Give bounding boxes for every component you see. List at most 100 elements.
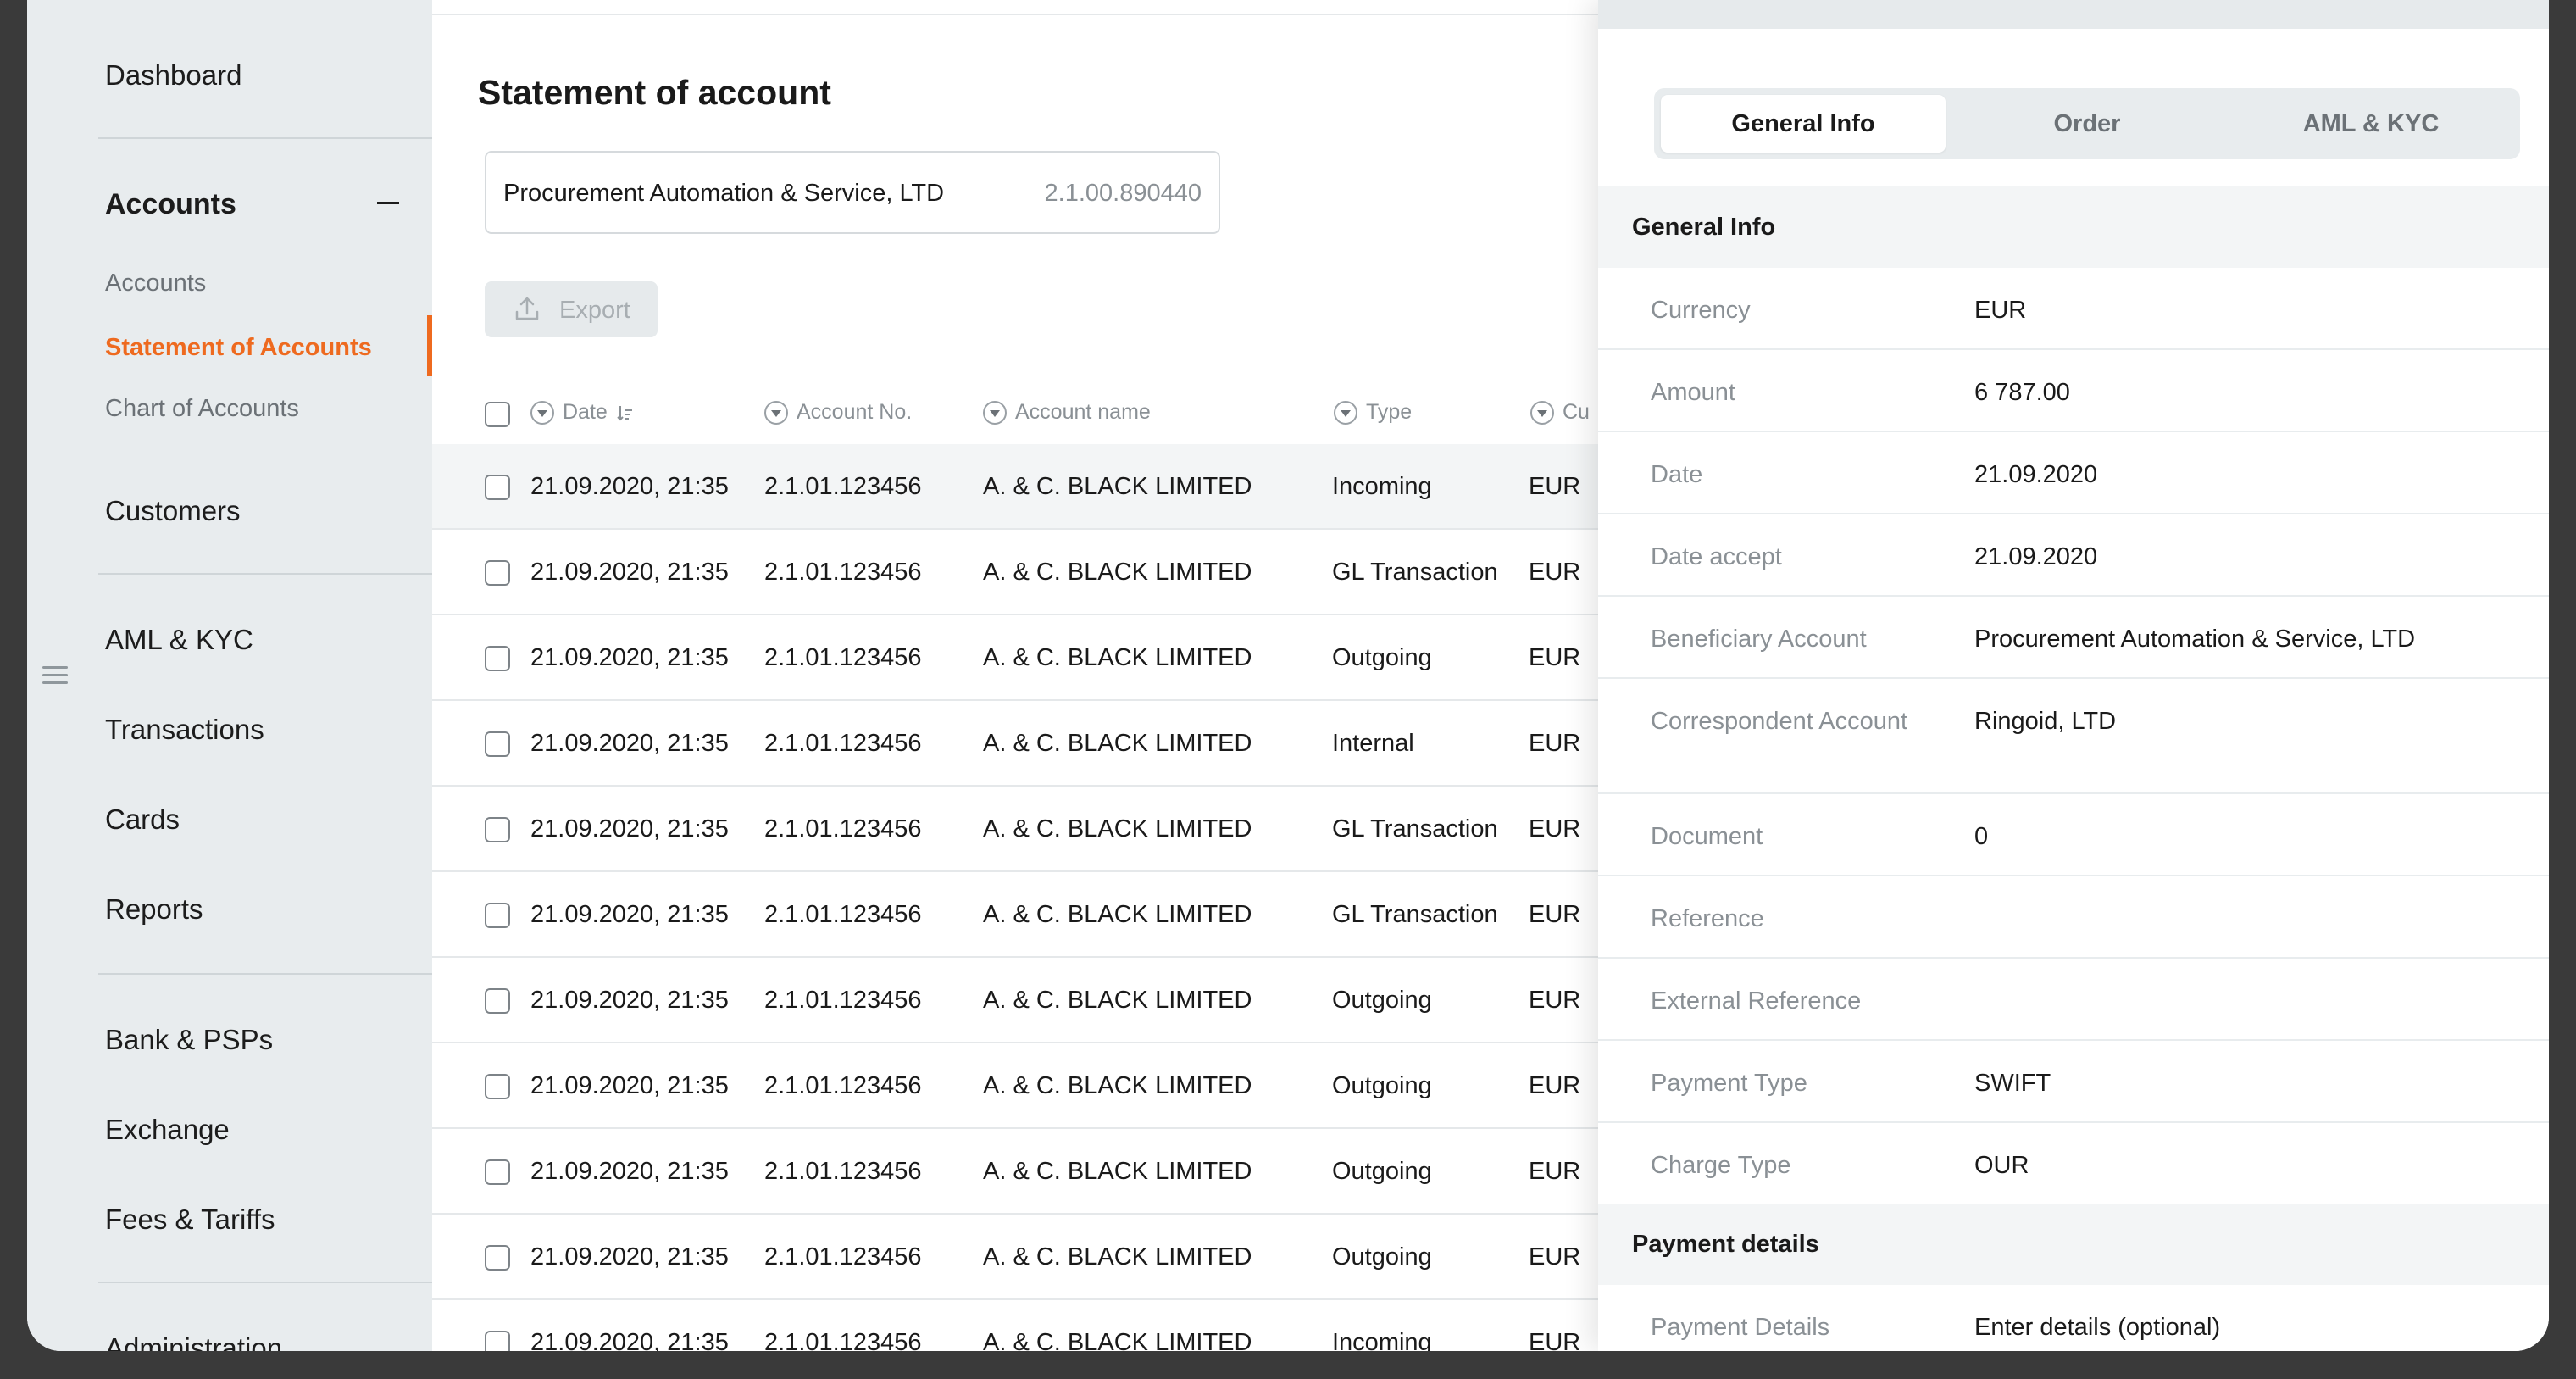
tab-order[interactable]: Order bbox=[1945, 95, 2229, 153]
cell-account-no: 2.1.01.123456 bbox=[764, 901, 922, 928]
row-checkbox[interactable] bbox=[485, 731, 510, 757]
export-button[interactable]: Export bbox=[485, 281, 658, 337]
table-row[interactable]: 21.09.2020, 21:35 2.1.01.123456 A. & C. BL… bbox=[432, 1300, 1598, 1351]
cell-currency: EUR bbox=[1529, 473, 1581, 500]
field-value: 6 787.00 bbox=[1974, 379, 2070, 406]
cell-date: 21.09.2020, 21:35 bbox=[530, 730, 729, 757]
table-row[interactable]: 21.09.2020, 21:35 2.1.01.123456 A. & C. BL… bbox=[432, 701, 1598, 787]
collapse-icon[interactable] bbox=[377, 202, 399, 204]
menu-icon[interactable] bbox=[42, 666, 68, 688]
cell-account-name: A. & C. BLACK LIMITED bbox=[983, 987, 1252, 1014]
sidebar-item-reports[interactable]: Reports bbox=[105, 893, 203, 926]
sidebar-item-exchange[interactable]: Exchange bbox=[105, 1114, 230, 1146]
account-name: Procurement Automation & Service, LTD bbox=[503, 180, 945, 207]
cell-account-name: A. & C. BLACK LIMITED bbox=[983, 1243, 1252, 1271]
sort-icon[interactable] bbox=[1530, 400, 1554, 425]
sidebar-subitem-chart[interactable]: Chart of Accounts bbox=[105, 395, 299, 423]
sort-ascending-icon[interactable] bbox=[616, 403, 635, 422]
row-checkbox[interactable] bbox=[485, 903, 510, 928]
row-checkbox[interactable] bbox=[485, 646, 510, 671]
sidebar-item-aml[interactable]: AML & KYC bbox=[105, 624, 253, 656]
app-window: Dashboard Accounts Accounts Statement of… bbox=[27, 0, 2549, 1351]
column-label: Date bbox=[563, 400, 608, 424]
account-select[interactable]: Procurement Automation & Service, LTD 2.… bbox=[485, 151, 1220, 234]
cell-date: 21.09.2020, 21:35 bbox=[530, 1243, 729, 1271]
sidebar-subitem-accounts[interactable]: Accounts bbox=[105, 270, 206, 297]
sidebar-item-customers[interactable]: Customers bbox=[105, 495, 241, 527]
table-row[interactable]: 21.09.2020, 21:35 2.1.01.123456 A. & C. BL… bbox=[432, 787, 1598, 872]
page-title: Statement of account bbox=[478, 73, 831, 112]
column-account-no[interactable]: Account No. bbox=[764, 400, 912, 425]
cell-currency: EUR bbox=[1529, 1072, 1581, 1099]
field-label: Date bbox=[1651, 461, 1703, 488]
cell-currency: EUR bbox=[1529, 987, 1581, 1014]
row-checkbox[interactable] bbox=[485, 1074, 510, 1099]
sort-icon[interactable] bbox=[983, 400, 1007, 425]
tab-aml-kyc[interactable]: AML & KYC bbox=[2229, 95, 2513, 153]
info-row: Amount 6 787.00 bbox=[1598, 350, 2549, 432]
cell-account-no: 2.1.01.123456 bbox=[764, 473, 922, 500]
cell-account-name: A. & C. BLACK LIMITED bbox=[983, 815, 1252, 842]
row-checkbox[interactable] bbox=[485, 1159, 510, 1185]
row-checkbox[interactable] bbox=[485, 1245, 510, 1271]
field-value: OUR bbox=[1974, 1152, 2029, 1179]
row-checkbox[interactable] bbox=[485, 817, 510, 842]
sidebar-item-transactions[interactable]: Transactions bbox=[105, 714, 264, 746]
table-header: Date Account No. Account name Type Cu bbox=[432, 386, 1598, 444]
sort-icon[interactable] bbox=[1334, 400, 1357, 425]
cell-currency: EUR bbox=[1529, 815, 1581, 842]
cell-account-name: A. & C. BLACK LIMITED bbox=[983, 901, 1252, 928]
sort-icon[interactable] bbox=[530, 400, 554, 425]
sidebar-item-administration[interactable]: Administration bbox=[105, 1332, 282, 1351]
cell-account-no: 2.1.01.123456 bbox=[764, 1072, 922, 1099]
sidebar: Dashboard Accounts Accounts Statement of… bbox=[27, 0, 432, 1351]
sidebar-item-dashboard[interactable]: Dashboard bbox=[105, 59, 242, 92]
main-content: Statement of account Procurement Automat… bbox=[432, 0, 1598, 1351]
column-account-name[interactable]: Account name bbox=[983, 400, 1151, 425]
sidebar-item-bank[interactable]: Bank & PSPs bbox=[105, 1024, 273, 1056]
divider bbox=[98, 1282, 432, 1283]
sidebar-group-accounts[interactable]: Accounts bbox=[105, 188, 236, 221]
table-row[interactable]: 21.09.2020, 21:35 2.1.01.123456 A. & C. BL… bbox=[432, 1043, 1598, 1129]
row-checkbox[interactable] bbox=[485, 560, 510, 586]
field-value: 21.09.2020 bbox=[1974, 543, 2098, 570]
table-row[interactable]: 21.09.2020, 21:35 2.1.01.123456 A. & C. BL… bbox=[432, 444, 1598, 530]
sidebar-item-cards[interactable]: Cards bbox=[105, 803, 180, 836]
select-all-checkbox[interactable] bbox=[485, 402, 510, 427]
field-label: Currency bbox=[1651, 297, 1751, 324]
table-row[interactable]: 21.09.2020, 21:35 2.1.01.123456 A. & C. BL… bbox=[432, 530, 1598, 615]
table-row[interactable]: 21.09.2020, 21:35 2.1.01.123456 A. & C. BL… bbox=[432, 958, 1598, 1043]
cell-date: 21.09.2020, 21:35 bbox=[530, 1158, 729, 1185]
table-row[interactable]: 21.09.2020, 21:35 2.1.01.123456 A. & C. BL… bbox=[432, 615, 1598, 701]
table-row[interactable]: 21.09.2020, 21:35 2.1.01.123456 A. & C. BL… bbox=[432, 1129, 1598, 1215]
column-type[interactable]: Type bbox=[1334, 400, 1412, 425]
field-value: 0 bbox=[1974, 823, 1989, 850]
row-checkbox[interactable] bbox=[485, 1331, 510, 1351]
cell-account-no: 2.1.01.123456 bbox=[764, 1329, 922, 1351]
cell-account-no: 2.1.01.123456 bbox=[764, 559, 922, 586]
sidebar-item-fees[interactable]: Fees & Tariffs bbox=[105, 1204, 275, 1236]
table-row[interactable]: 21.09.2020, 21:35 2.1.01.123456 A. & C. BL… bbox=[432, 1215, 1598, 1300]
cell-account-no: 2.1.01.123456 bbox=[764, 730, 922, 757]
tab-general-info[interactable]: General Info bbox=[1661, 95, 1946, 153]
cell-currency: EUR bbox=[1529, 1158, 1581, 1185]
account-number: 2.1.00.890440 bbox=[1044, 180, 1202, 207]
field-label: Charge Type bbox=[1651, 1152, 1791, 1179]
payment-details-input[interactable]: Enter details (optional) bbox=[1974, 1310, 2220, 1344]
cell-currency: EUR bbox=[1529, 644, 1581, 671]
sidebar-subitem-statement[interactable]: Statement of Accounts bbox=[105, 334, 372, 362]
info-row: External Reference bbox=[1598, 959, 2549, 1041]
row-checkbox[interactable] bbox=[485, 988, 510, 1014]
sort-icon[interactable] bbox=[764, 400, 788, 425]
row-checkbox[interactable] bbox=[485, 475, 510, 500]
field-value: EUR bbox=[1974, 297, 2027, 324]
cell-type: Incoming bbox=[1332, 1329, 1432, 1351]
column-date[interactable]: Date bbox=[530, 400, 635, 425]
column-currency[interactable]: Cu bbox=[1530, 400, 1590, 425]
cell-account-no: 2.1.01.123456 bbox=[764, 644, 922, 671]
info-row: Beneficiary Account Procurement Automatio… bbox=[1598, 597, 2549, 679]
table-row[interactable]: 21.09.2020, 21:35 2.1.01.123456 A. & C. BL… bbox=[432, 872, 1598, 958]
field-value: 21.09.2020 bbox=[1974, 461, 2098, 488]
info-row: Document 0 bbox=[1598, 794, 2549, 876]
info-row: Currency EUR bbox=[1598, 268, 2549, 350]
